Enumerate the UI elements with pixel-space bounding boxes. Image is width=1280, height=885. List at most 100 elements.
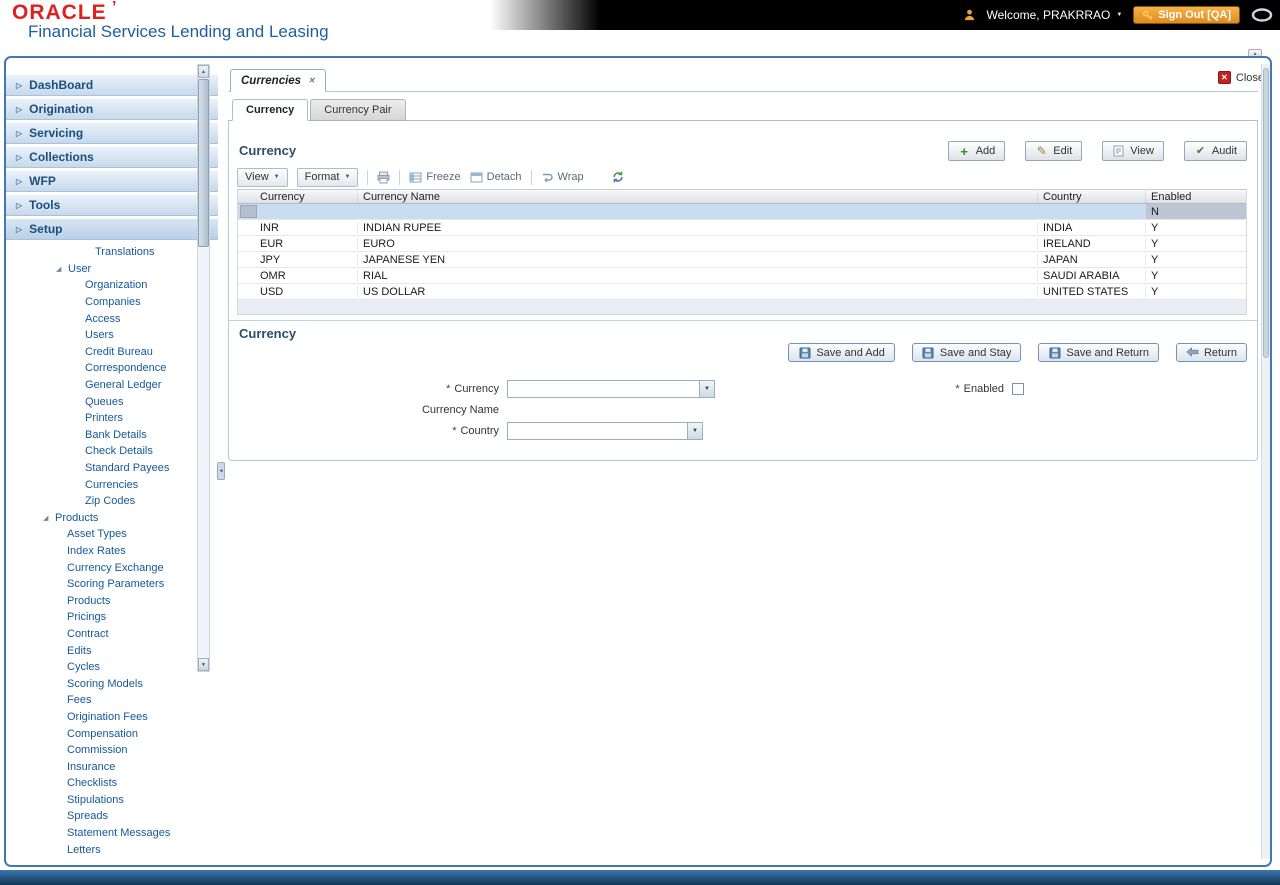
save-and-add-button[interactable]: Save and Add <box>788 343 895 362</box>
tree-item-standard-payees[interactable]: Standard Payees <box>6 460 218 477</box>
table-empty-area <box>238 300 1246 315</box>
main-content: Currencies ✕ ✕ Close Currency Currency P… <box>224 58 1270 865</box>
table-row[interactable]: N <box>238 204 1246 220</box>
tree-item-queues[interactable]: Queues <box>6 393 218 410</box>
tree-item-correspondence[interactable]: Correspondence <box>6 360 218 377</box>
sign-out-button[interactable]: Sign Out [QA] <box>1133 6 1240 24</box>
scroll-down-button[interactable]: ▼ <box>198 658 209 671</box>
close-button[interactable]: ✕ Close <box>1217 71 1264 84</box>
scrollbar-thumb[interactable] <box>1263 68 1269 358</box>
tree-item-index-rates[interactable]: Index Rates <box>6 543 218 560</box>
add-button[interactable]: + Add <box>947 141 1006 161</box>
tree-item-scoring-parameters[interactable]: Scoring Parameters <box>6 576 218 593</box>
tree-item-commission[interactable]: Commission <box>6 742 218 759</box>
tree-item-organization[interactable]: Organization <box>6 277 218 294</box>
column-header-currency-name[interactable]: Currency Name <box>358 190 1038 203</box>
tree-item-check-details[interactable]: Check Details <box>6 443 218 460</box>
power-icon[interactable] <box>1251 8 1273 22</box>
tree-item-translations[interactable]: Translations <box>6 244 218 261</box>
tree-item-currencies[interactable]: Currencies <box>6 476 218 493</box>
tab-close-icon[interactable]: ✕ <box>308 76 315 85</box>
tree-item-origination-fees[interactable]: Origination Fees <box>6 709 218 726</box>
tree-item-fees[interactable]: Fees <box>6 692 218 709</box>
save-icon <box>798 346 811 359</box>
format-menu-button[interactable]: Format ▼ <box>296 167 359 187</box>
detach-button[interactable]: Detach <box>470 171 522 184</box>
tree-item-compensation[interactable]: Compensation <box>6 725 218 742</box>
scrollbar-thumb[interactable] <box>198 79 209 247</box>
table-cell: INR <box>238 221 358 234</box>
sidebar-item-origination[interactable]: ▷ Origination <box>6 98 218 120</box>
tree-item-checklists[interactable]: Checklists <box>6 775 218 792</box>
tree-expand-icon[interactable]: ◢ <box>43 514 55 522</box>
table-row[interactable]: USD US DOLLAR UNITED STATES Y <box>238 284 1246 300</box>
tree-item-label: Stipulations <box>67 793 124 806</box>
view-button[interactable]: View <box>1102 141 1164 161</box>
column-header-currency[interactable]: Currency <box>238 190 358 203</box>
expand-arrow-icon: ▷ <box>16 128 23 138</box>
user-menu[interactable]: Welcome, PRAKRRAO ▼ <box>987 8 1123 22</box>
tree-item-label: Zip Codes <box>85 495 136 508</box>
expand-arrow-icon: ▷ <box>16 104 23 114</box>
table-cell: JAPANESE YEN <box>358 253 1038 266</box>
tree-item-pricings[interactable]: Pricings <box>6 609 218 626</box>
save-and-return-button[interactable]: Save and Return <box>1038 343 1159 362</box>
view-menu-button[interactable]: View ▼ <box>237 167 288 187</box>
enabled-checkbox[interactable] <box>1012 383 1024 395</box>
column-header-country[interactable]: Country <box>1038 190 1146 203</box>
scroll-down-icon: ▼ <box>201 661 206 668</box>
tree-item-stipulations[interactable]: Stipulations <box>6 792 218 809</box>
freeze-button[interactable]: Freeze <box>409 171 461 184</box>
table-row[interactable]: EUR EURO IRELAND Y <box>238 236 1246 252</box>
dropdown-button[interactable]: ▼ <box>687 422 703 440</box>
dropdown-button[interactable]: ▼ <box>699 380 715 398</box>
scroll-up-button[interactable]: ▲ <box>198 65 209 78</box>
tree-item-scoring-models[interactable]: Scoring Models <box>6 675 218 692</box>
tree-item-bank-details[interactable]: Bank Details <box>6 427 218 444</box>
table-row[interactable]: INR INDIAN RUPEE INDIA Y <box>238 220 1246 236</box>
welcome-text: Welcome, PRAKRRAO <box>986 8 1111 22</box>
refresh-button[interactable] <box>611 170 625 184</box>
tab-currency[interactable]: Currency <box>232 99 309 121</box>
table-row[interactable]: OMR RIAL SAUDI ARABIA Y <box>238 268 1246 284</box>
tree-item-contract[interactable]: Contract <box>6 626 218 643</box>
tree-item-companies[interactable]: Companies <box>6 294 218 311</box>
audit-button[interactable]: ✔ Audit <box>1183 141 1247 161</box>
sidebar-item-tools[interactable]: ▷ Tools <box>6 194 218 216</box>
footer-bar <box>0 870 1280 885</box>
table-row[interactable]: JPY JAPANESE YEN JAPAN Y <box>238 252 1246 268</box>
tree-item-products[interactable]: Products <box>6 592 218 609</box>
sidebar-item-dashboard[interactable]: ▷ DashBoard <box>6 74 218 96</box>
tree-item-zip-codes[interactable]: Zip Codes <box>6 493 218 510</box>
tree-item-user[interactable]: ◢ User <box>6 261 218 278</box>
sidebar-item-servicing[interactable]: ▷ Servicing <box>6 122 218 144</box>
print-button[interactable] <box>377 171 390 184</box>
country-input[interactable] <box>507 422 687 440</box>
tree-item-printers[interactable]: Printers <box>6 410 218 427</box>
tree-item-statement-messages[interactable]: Statement Messages <box>6 825 218 842</box>
tree-item-edits[interactable]: Edits <box>6 642 218 659</box>
tab-currencies[interactable]: Currencies ✕ <box>230 69 326 92</box>
tree-item-asset-types[interactable]: Asset Types <box>6 526 218 543</box>
sidebar-item-wfp[interactable]: ▷ WFP <box>6 170 218 192</box>
wrap-button[interactable]: Wrap <box>541 171 584 184</box>
tree-item-users[interactable]: Users <box>6 327 218 344</box>
tree-item-insurance[interactable]: Insurance <box>6 758 218 775</box>
tree-item-general-ledger[interactable]: General Ledger <box>6 377 218 394</box>
tree-item-cycles[interactable]: Cycles <box>6 659 218 676</box>
sidebar-item-setup[interactable]: ▷ Setup <box>6 218 218 240</box>
tree-item-spreads[interactable]: Spreads <box>6 808 218 825</box>
tree-item-currency-exchange[interactable]: Currency Exchange <box>6 559 218 576</box>
column-header-enabled[interactable]: Enabled <box>1146 191 1246 203</box>
tree-item-credit-bureau[interactable]: Credit Bureau <box>6 344 218 361</box>
edit-button[interactable]: ✎ Edit <box>1025 141 1083 161</box>
tree-item-access[interactable]: Access <box>6 310 218 327</box>
tree-item-letters[interactable]: Letters <box>6 841 218 858</box>
tree-expand-icon[interactable]: ◢ <box>56 265 68 273</box>
sidebar-item-collections[interactable]: ▷ Collections <box>6 146 218 168</box>
return-button[interactable]: Return <box>1175 343 1247 362</box>
tree-item-products[interactable]: ◢ Products <box>6 510 218 527</box>
save-and-stay-button[interactable]: Save and Stay <box>911 343 1022 362</box>
tab-currency-pair[interactable]: Currency Pair <box>310 99 406 121</box>
currency-input[interactable] <box>507 380 699 398</box>
